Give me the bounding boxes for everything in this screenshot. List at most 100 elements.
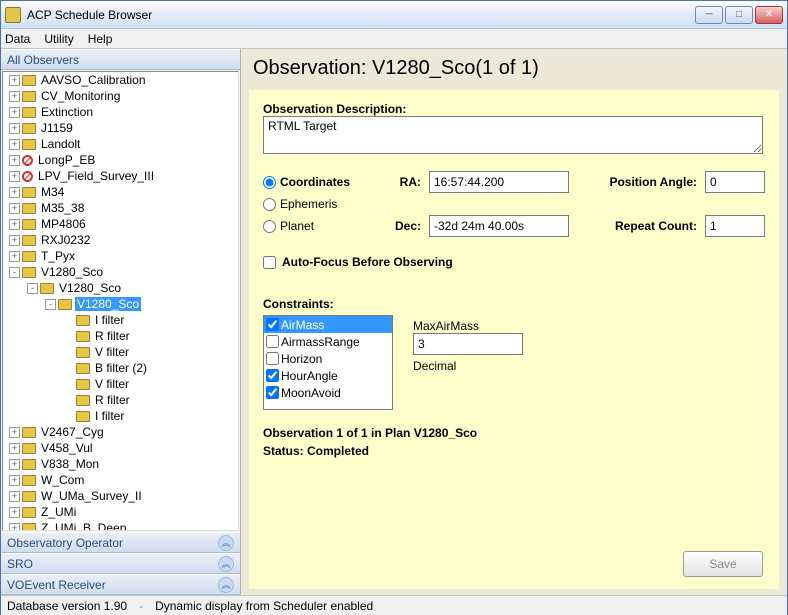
collapse-icon[interactable]: -	[27, 283, 38, 294]
tree-row[interactable]: +MP4806	[3, 216, 238, 232]
tree-row[interactable]: +M34	[3, 184, 238, 200]
expand-icon[interactable]: +	[9, 443, 20, 454]
autofocus-checkbox[interactable]	[263, 256, 276, 269]
tree-row[interactable]: + T_Pyx	[3, 248, 238, 264]
constraint-checkbox[interactable]	[266, 386, 279, 399]
save-button[interactable]: Save	[683, 551, 763, 577]
constraints-label: Constraints:	[263, 297, 393, 311]
expand-icon[interactable]: +	[9, 475, 20, 486]
constraint-item[interactable]: Horizon	[264, 350, 392, 367]
folder-icon	[22, 251, 36, 262]
expand-icon[interactable]: +	[9, 187, 20, 198]
tree-row[interactable]: +W_Com	[3, 472, 238, 488]
maximize-button[interactable]: □	[725, 6, 753, 24]
tree-row[interactable]: -V1280_Sco	[3, 280, 238, 296]
constraint-param-type: Decimal	[413, 359, 523, 373]
tree-label: T_Pyx	[39, 249, 77, 263]
tree-row[interactable]: +AAVSO_Calibration	[3, 72, 238, 88]
planet-label: Planet	[280, 219, 314, 233]
tree-label: Extinction	[39, 105, 95, 119]
expand-icon[interactable]: +	[9, 107, 20, 118]
tree-row[interactable]: +LPV_Field_Survey_III	[3, 168, 238, 184]
ra-input[interactable]	[429, 171, 569, 193]
expand-icon[interactable]: +	[9, 155, 20, 166]
tree-row[interactable]: + LongP_EB	[3, 152, 238, 168]
menu-help[interactable]: Help	[88, 32, 113, 46]
expand-icon[interactable]: +	[9, 251, 20, 262]
tree-row[interactable]: + Extinction	[3, 104, 238, 120]
expand-icon[interactable]: +	[9, 523, 20, 532]
constraint-checkbox[interactable]	[266, 318, 279, 331]
tree-row[interactable]: +J1159	[3, 120, 238, 136]
tree-row[interactable]: +RXJ0232	[3, 232, 238, 248]
collapse-icon[interactable]: -	[9, 267, 20, 278]
position-angle-input[interactable]	[705, 171, 765, 193]
coordinates-radio[interactable]	[263, 176, 276, 189]
folder-icon	[22, 443, 36, 454]
tree-row[interactable]: +Z_UMi	[3, 504, 238, 520]
tree-label: R filter	[93, 393, 132, 407]
collapse-icon[interactable]: -	[45, 299, 56, 310]
constraint-checkbox[interactable]	[266, 335, 279, 348]
expand-icon[interactable]: +	[9, 91, 20, 102]
constraint-item[interactable]: AirMass	[264, 316, 392, 333]
constraint-item[interactable]: HourAngle	[264, 367, 392, 384]
repeat-count-input[interactable]	[705, 215, 765, 237]
tree-row[interactable]: -V1280_Sco	[3, 264, 238, 280]
folder-icon	[76, 363, 90, 374]
expand-icon[interactable]: +	[9, 219, 20, 230]
dec-input[interactable]	[429, 215, 569, 237]
expand-icon[interactable]: +	[9, 507, 20, 518]
expand-icon[interactable]: +	[9, 459, 20, 470]
tree-row[interactable]: + Z_UMi_B_Deep	[3, 520, 238, 531]
tree-row[interactable]: +W_UMa_Survey_II	[3, 488, 238, 504]
tree-row[interactable]: +V458_Vul	[3, 440, 238, 456]
tree-row[interactable]: R filter	[3, 328, 238, 344]
tree-row[interactable]: +V2467_Cyg	[3, 424, 238, 440]
menu-utility[interactable]: Utility	[44, 32, 73, 46]
tree-row[interactable]: -V1280_Sco	[3, 296, 238, 312]
expand-icon[interactable]: +	[9, 235, 20, 246]
tree-row[interactable]: B filter (2)	[3, 360, 238, 376]
expand-icon[interactable]: +	[9, 171, 20, 182]
tree-row[interactable]: +Landolt	[3, 136, 238, 152]
tree-row[interactable]: V filter	[3, 376, 238, 392]
close-button[interactable]: ✕	[755, 6, 783, 24]
folder-icon	[22, 107, 36, 118]
constraint-checkbox[interactable]	[266, 352, 279, 365]
accordion-all-observers[interactable]: All Observers	[1, 49, 240, 70]
constraints-listbox[interactable]: AirMassAirmassRangeHorizonHourAngleMoonA…	[263, 315, 393, 410]
expand-icon[interactable]: +	[9, 75, 20, 86]
accordion-sro[interactable]: SRO ︽	[1, 553, 240, 574]
observer-tree[interactable]: +AAVSO_Calibration+CV_Monitoring+Extinct…	[2, 71, 239, 531]
tree-label: V838_Mon	[39, 457, 101, 471]
constraint-item[interactable]: AirmassRange	[264, 333, 392, 350]
tree-row[interactable]: V filter	[3, 344, 238, 360]
tree-row[interactable]: R filter	[3, 392, 238, 408]
window-title: ACP Schedule Browser	[27, 8, 695, 22]
expand-icon[interactable]: +	[9, 139, 20, 150]
tree-row[interactable]: +M35_38	[3, 200, 238, 216]
ephemeris-radio[interactable]	[263, 198, 276, 211]
tree-label: LongP_EB	[36, 153, 97, 167]
ephemeris-label: Ephemeris	[280, 197, 337, 211]
minimize-button[interactable]: ─	[695, 6, 723, 24]
tree-row[interactable]: I filter	[3, 312, 238, 328]
accordion-voevent[interactable]: VOEvent Receiver ︽	[1, 574, 240, 595]
tree-row[interactable]: I filter	[3, 408, 238, 424]
expand-icon[interactable]: +	[9, 203, 20, 214]
planet-radio[interactable]	[263, 220, 276, 233]
expand-icon[interactable]: +	[9, 123, 20, 134]
constraint-checkbox[interactable]	[266, 369, 279, 382]
constraint-param-input[interactable]	[413, 333, 523, 355]
expand-icon[interactable]: +	[9, 491, 20, 502]
tree-row[interactable]: + V838_Mon	[3, 456, 238, 472]
expand-icon[interactable]: +	[9, 427, 20, 438]
tree-row[interactable]: +CV_Monitoring	[3, 88, 238, 104]
description-input[interactable]: RTML Target	[263, 116, 763, 154]
constraint-item[interactable]: MoonAvoid	[264, 384, 392, 401]
tree-label: Z_UMi_B_Deep	[39, 521, 128, 531]
accordion-observatory-operator[interactable]: Observatory Operator ︽	[1, 532, 240, 553]
menu-data[interactable]: Data	[5, 32, 30, 46]
dec-label: Dec:	[381, 219, 421, 233]
